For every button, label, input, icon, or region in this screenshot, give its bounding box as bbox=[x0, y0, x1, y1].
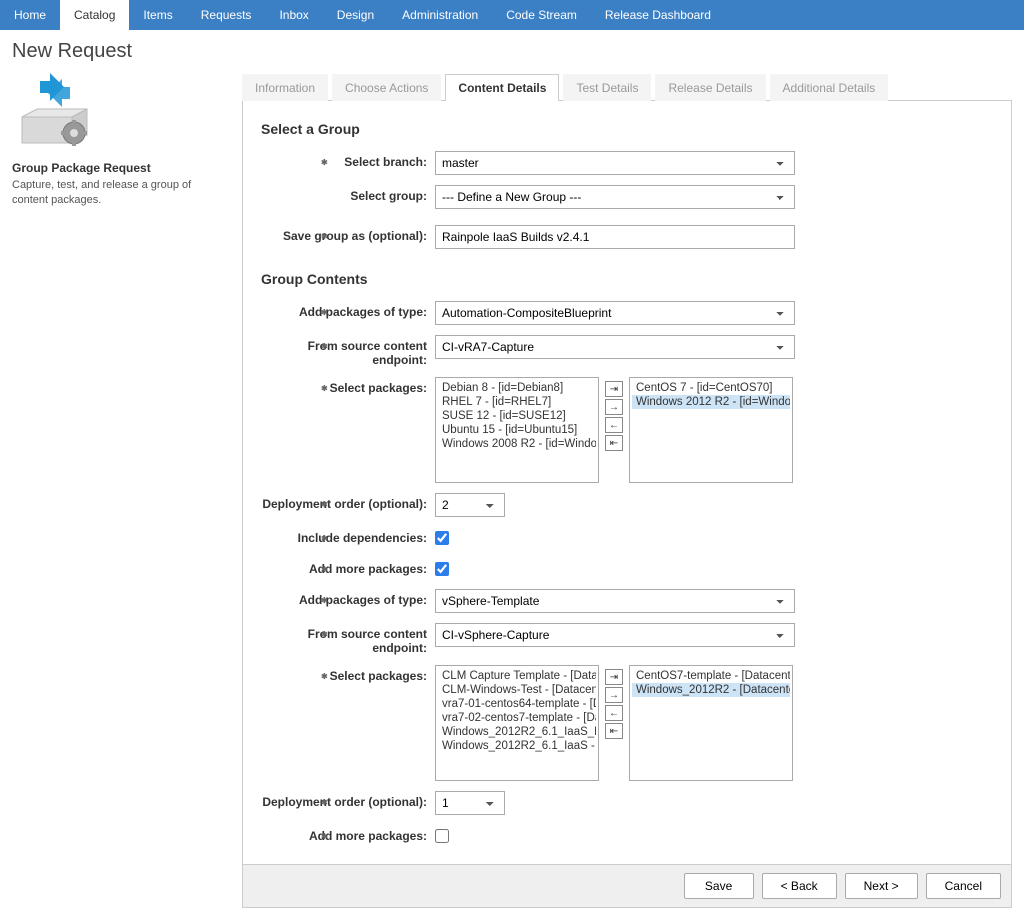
tab-content-details[interactable]: Content Details bbox=[445, 74, 559, 101]
remove-all-button[interactable]: ⇤ bbox=[605, 723, 623, 739]
list-item[interactable]: Windows 2008 R2 - [id=Window bbox=[438, 437, 596, 451]
list-item[interactable]: RHEL 7 - [id=RHEL7] bbox=[438, 395, 596, 409]
cancel-button[interactable]: Cancel bbox=[926, 873, 1001, 899]
save-group-as-input[interactable] bbox=[435, 225, 795, 249]
list-item[interactable]: CLM Capture Template - [Datacen bbox=[438, 669, 596, 683]
list-item[interactable]: Windows_2012R2_6.1_IaaS - [Da bbox=[438, 739, 596, 753]
required-icon bbox=[321, 157, 328, 168]
sidebar-title: Group Package Request bbox=[12, 161, 222, 175]
selected-packages-1[interactable]: CentOS 7 - [id=CentOS70]Windows 2012 R2 … bbox=[629, 377, 793, 483]
label-deploy-order: Deployment order (optional): bbox=[262, 497, 427, 511]
label-deploy-order: Deployment order (optional): bbox=[262, 795, 427, 809]
footer-bar: Save < Back Next > Cancel bbox=[243, 864, 1011, 907]
select-deploy-order-1[interactable]: 2 bbox=[435, 493, 505, 517]
select-deploy-order-2[interactable]: 1 bbox=[435, 791, 505, 815]
label-include-deps: Include dependencies: bbox=[298, 531, 427, 545]
list-item[interactable]: SUSE 12 - [id=SUSE12] bbox=[438, 409, 596, 423]
select-endpoint-1[interactable]: CI-vRA7-Capture bbox=[435, 335, 795, 359]
required-icon bbox=[321, 671, 328, 682]
nav-tab-design[interactable]: Design bbox=[323, 0, 388, 30]
nav-tab-code-stream[interactable]: Code Stream bbox=[492, 0, 591, 30]
add-more-checkbox-2[interactable] bbox=[435, 829, 449, 843]
nav-tab-home[interactable]: Home bbox=[0, 0, 60, 30]
label-save-group-as: Save group as (optional): bbox=[283, 229, 427, 243]
add-button[interactable]: → bbox=[605, 399, 623, 415]
sidebar: Group Package Request Capture, test, and… bbox=[12, 73, 222, 908]
required-icon bbox=[321, 564, 328, 575]
list-item[interactable]: vra7-02-centos7-template - [Datac bbox=[438, 711, 596, 725]
next-button[interactable]: Next > bbox=[845, 873, 918, 899]
select-pkg-type-2[interactable]: vSphere-Template bbox=[435, 589, 795, 613]
available-packages-1[interactable]: Debian 8 - [id=Debian8]RHEL 7 - [id=RHEL… bbox=[435, 377, 599, 483]
list-item[interactable]: CentOS7-template - [Datacenter=F bbox=[632, 669, 790, 683]
required-icon bbox=[321, 831, 328, 842]
required-icon bbox=[321, 595, 328, 606]
select-group[interactable]: --- Define a New Group --- bbox=[435, 185, 795, 209]
section-select-group: Select a Group bbox=[261, 121, 993, 137]
required-icon bbox=[321, 383, 328, 394]
list-item[interactable]: Ubuntu 15 - [id=Ubuntu15] bbox=[438, 423, 596, 437]
nav-tab-inbox[interactable]: Inbox bbox=[265, 0, 322, 30]
form-tabs: InformationChoose ActionsContent Details… bbox=[242, 73, 1012, 101]
select-pkg-type-1[interactable]: Automation-CompositeBlueprint bbox=[435, 301, 795, 325]
label-add-pkg-type: Add packages of type: bbox=[299, 593, 427, 607]
remove-all-button[interactable]: ⇤ bbox=[605, 435, 623, 451]
tab-test-details[interactable]: Test Details bbox=[563, 74, 651, 101]
list-item[interactable]: Debian 8 - [id=Debian8] bbox=[438, 381, 596, 395]
label-add-pkg-type: Add packages of type: bbox=[299, 305, 427, 319]
nav-tab-release-dashboard[interactable]: Release Dashboard bbox=[591, 0, 725, 30]
tab-release-details[interactable]: Release Details bbox=[655, 74, 765, 101]
section-group-contents: Group Contents bbox=[261, 271, 993, 287]
required-icon bbox=[321, 629, 328, 640]
form-panel: Select a Group Select branch: master Sel… bbox=[242, 101, 1012, 908]
include-deps-checkbox[interactable] bbox=[435, 531, 449, 545]
list-item[interactable]: CentOS 7 - [id=CentOS70] bbox=[632, 381, 790, 395]
select-endpoint-2[interactable]: CI-vSphere-Capture bbox=[435, 623, 795, 647]
nav-tab-catalog[interactable]: Catalog bbox=[60, 0, 129, 30]
required-icon bbox=[321, 307, 328, 318]
available-packages-2[interactable]: CLM Capture Template - [DatacenCLM-Windo… bbox=[435, 665, 599, 781]
label-select-branch: Select branch: bbox=[344, 155, 427, 169]
list-item[interactable]: Windows_2012R2_6.1_IaaS_MsS bbox=[438, 725, 596, 739]
sidebar-desc: Capture, test, and release a group of co… bbox=[12, 178, 222, 209]
package-transfer-2: CLM Capture Template - [DatacenCLM-Windo… bbox=[435, 665, 993, 781]
add-all-button[interactable]: ⇥ bbox=[605, 381, 623, 397]
required-icon bbox=[321, 499, 328, 510]
required-icon bbox=[321, 533, 328, 544]
add-button[interactable]: → bbox=[605, 687, 623, 703]
back-button[interactable]: < Back bbox=[762, 873, 837, 899]
list-item[interactable]: Windows_2012R2 - [Datacenter=F bbox=[632, 683, 790, 697]
add-all-button[interactable]: ⇥ bbox=[605, 669, 623, 685]
list-item[interactable]: CLM-Windows-Test - [Datacenter= bbox=[438, 683, 596, 697]
required-icon bbox=[321, 341, 328, 352]
nav-tab-requests[interactable]: Requests bbox=[187, 0, 266, 30]
remove-button[interactable]: ← bbox=[605, 417, 623, 433]
nav-tab-administration[interactable]: Administration bbox=[388, 0, 492, 30]
top-nav: HomeCatalogItemsRequestsInboxDesignAdmin… bbox=[0, 0, 1024, 30]
selected-packages-2[interactable]: CentOS7-template - [Datacenter=FWindows_… bbox=[629, 665, 793, 781]
label-select-packages: Select packages: bbox=[330, 381, 427, 395]
remove-button[interactable]: ← bbox=[605, 705, 623, 721]
page-title: New Request bbox=[12, 40, 1012, 63]
label-select-group: Select group: bbox=[350, 189, 427, 203]
select-branch[interactable]: master bbox=[435, 151, 795, 175]
list-item[interactable]: vra7-01-centos64-template - [Data bbox=[438, 697, 596, 711]
required-icon bbox=[321, 797, 328, 808]
required-icon bbox=[321, 231, 328, 242]
nav-tab-items[interactable]: Items bbox=[129, 0, 186, 30]
tab-choose-actions[interactable]: Choose Actions bbox=[332, 74, 441, 101]
tab-information[interactable]: Information bbox=[242, 74, 328, 101]
save-button[interactable]: Save bbox=[684, 873, 754, 899]
package-transfer-1: Debian 8 - [id=Debian8]RHEL 7 - [id=RHEL… bbox=[435, 377, 993, 483]
label-select-packages: Select packages: bbox=[330, 669, 427, 683]
tab-additional-details[interactable]: Additional Details bbox=[770, 74, 889, 101]
list-item[interactable]: Windows 2012 R2 - [id=Window bbox=[632, 395, 790, 409]
group-package-icon bbox=[12, 73, 92, 153]
add-more-checkbox-1[interactable] bbox=[435, 562, 449, 576]
